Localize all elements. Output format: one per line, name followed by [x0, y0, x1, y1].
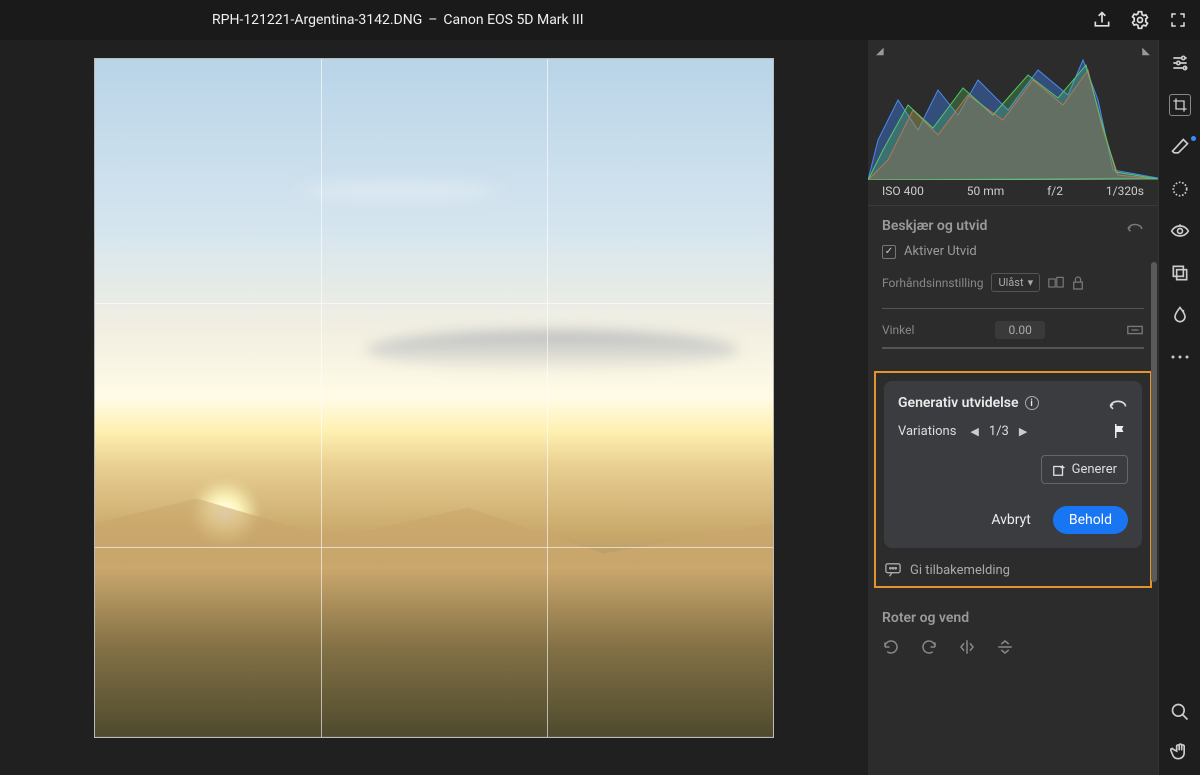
crop-panel-title: Beskjær og utvid [882, 218, 987, 234]
top-actions [1092, 10, 1188, 30]
exif-shutter: 1/320s [1106, 184, 1144, 198]
crop-tool-icon[interactable] [1169, 94, 1191, 116]
generative-title: Generativ utvidelse [898, 395, 1019, 411]
generate-button[interactable]: Generer [1041, 455, 1128, 484]
info-icon[interactable]: i [1025, 396, 1039, 410]
flag-icon[interactable] [1112, 423, 1128, 439]
right-sidebar: ◢ ◣ ISO 400 50 mm f/2 1/320s Beskjær og … [868, 40, 1158, 775]
angle-slider[interactable] [882, 347, 1144, 349]
rotate-title: Roter og vend [882, 610, 1144, 626]
variation-counter: 1/3 [989, 424, 1009, 439]
angle-input[interactable] [995, 321, 1045, 339]
layers-tool-icon[interactable] [1169, 262, 1191, 284]
canvas-area[interactable] [0, 40, 868, 775]
preset-select[interactable]: Ulåst ▾ [991, 273, 1040, 292]
angle-label: Vinkel [882, 323, 914, 337]
title-separator: – [428, 12, 437, 28]
variations-label: Variations [898, 424, 956, 439]
rotate-ccw-icon[interactable] [882, 638, 900, 656]
shadow-clip-icon[interactable]: ◢ [876, 46, 884, 57]
chevron-down-icon: ▾ [1028, 276, 1034, 289]
active-indicator [1191, 136, 1196, 141]
masking-tool-icon[interactable] [1169, 178, 1191, 200]
export-icon[interactable] [1092, 10, 1112, 30]
more-icon[interactable] [1169, 346, 1191, 368]
top-bar: RPH-121221-Argentina-3142.DNG – Canon EO… [0, 0, 1200, 40]
filename: RPH-121221-Argentina-3142.DNG [212, 12, 422, 28]
blur-tool-icon[interactable] [1169, 304, 1191, 326]
exif-row: ISO 400 50 mm f/2 1/320s [868, 180, 1158, 204]
zoom-tool-icon[interactable] [1169, 701, 1191, 723]
redeye-tool-icon[interactable] [1169, 220, 1191, 242]
generate-label: Generer [1072, 462, 1117, 477]
exif-iso: ISO 400 [882, 184, 924, 198]
flip-vertical-icon[interactable] [996, 638, 1014, 656]
generative-panel: Generativ utvidelse i Variations ◀ 1/3 ▶ [884, 381, 1142, 548]
tool-rail [1158, 40, 1200, 775]
preset-label: Forhåndsinnstilling [882, 276, 983, 290]
keep-button[interactable]: Behold [1053, 506, 1128, 534]
eraser-tool-icon[interactable] [1169, 136, 1191, 158]
hand-tool-icon[interactable] [1169, 741, 1191, 763]
rotate-cw-icon[interactable] [920, 638, 938, 656]
lock-icon[interactable] [1072, 276, 1084, 290]
cancel-button[interactable]: Avbryt [991, 512, 1031, 528]
rotate-panel: Roter og vend [868, 596, 1158, 670]
preset-value: Ulåst [998, 276, 1023, 289]
next-variation-icon[interactable]: ▶ [1019, 425, 1027, 438]
highlight-clip-icon[interactable]: ◣ [1142, 46, 1150, 57]
fullscreen-icon[interactable] [1168, 10, 1188, 30]
flip-horizontal-icon[interactable] [958, 638, 976, 656]
exif-focal: 50 mm [967, 184, 1005, 198]
enable-extend-checkbox[interactable]: ✓ [882, 245, 896, 259]
crop-panel: Beskjær og utvid ✓ Aktiver Utvid Forhånd… [868, 205, 1158, 363]
generative-panel-highlight: Generativ utvidelse i Variations ◀ 1/3 ▶ [874, 371, 1152, 588]
crop-frame[interactable] [94, 58, 774, 738]
reset-icon[interactable] [1108, 396, 1128, 410]
sidebar-scrollbar[interactable] [1150, 262, 1158, 775]
sliders-tool-icon[interactable] [1169, 52, 1191, 74]
feedback-label[interactable]: Gi tilbakemelding [910, 563, 1010, 578]
histogram[interactable]: ◢ ◣ ISO 400 50 mm f/2 1/320s [868, 40, 1158, 205]
exif-aperture: f/2 [1047, 184, 1063, 198]
gear-icon[interactable] [1130, 10, 1150, 30]
file-title: RPH-121221-Argentina-3142.DNG – Canon EO… [12, 12, 1092, 28]
prev-variation-icon[interactable]: ◀ [970, 425, 978, 438]
reset-icon[interactable] [1126, 219, 1144, 233]
camera-model: Canon EOS 5D Mark III [443, 12, 583, 28]
photo-preview [95, 59, 773, 737]
feedback-icon[interactable] [884, 562, 902, 578]
enable-extend-label: Aktiver Utvid [904, 244, 977, 259]
auto-straighten-icon[interactable] [1126, 323, 1144, 337]
swap-orientation-icon[interactable] [1048, 276, 1064, 290]
